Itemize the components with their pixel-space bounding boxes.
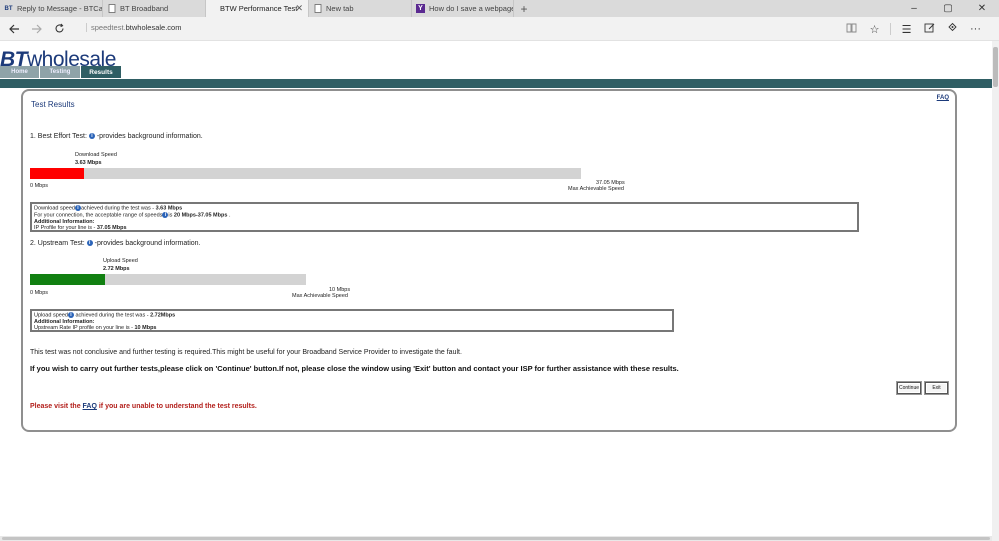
tab-strip: BT Reply to Message - BTCare C BT Broadb… (0, 0, 999, 17)
info-icon[interactable]: i (86, 240, 93, 247)
tab-label: New tab (326, 4, 354, 13)
horizontal-scrollbar[interactable] (0, 536, 992, 541)
bt-favicon-icon: BT (4, 5, 13, 12)
hub-icon[interactable]: ☰ (895, 23, 918, 36)
upload-bar-track (30, 274, 306, 285)
exit-button[interactable]: Exit (924, 381, 949, 395)
download-speed-value: 3.63 Mbps (75, 160, 102, 166)
info-line: Download speed i achieved during the test … (34, 205, 183, 212)
tab-label: How do I save a webpage as (429, 4, 514, 13)
close-window-icon[interactable]: ✕ (965, 0, 999, 17)
more-icon[interactable]: ··· (964, 23, 987, 35)
upload-speed-value: 2.72 Mbps (103, 266, 130, 272)
info-line: Upload speed i achieved during the test w… (34, 312, 176, 319)
toolbar-divider (890, 23, 891, 35)
header-band (0, 79, 992, 88)
info-line: For your connection, the acceptable rang… (34, 211, 231, 219)
window-controls: – ▢ ✕ (897, 0, 999, 17)
nav-testing[interactable]: Testing (40, 66, 81, 78)
url-field[interactable]: speedtest.btwholesale.com (86, 23, 181, 32)
maximize-icon[interactable]: ▢ (931, 0, 965, 17)
faq-notice: Please visit the FAQ if you are unable t… (30, 403, 257, 410)
upload-zero-label: 0 Mbps (30, 290, 49, 296)
share-icon[interactable] (941, 22, 964, 36)
vertical-scrollbar[interactable] (992, 41, 999, 541)
tab-bt-broadband[interactable]: BT Broadband (103, 0, 206, 17)
tab-label: Reply to Message - BTCare C (17, 4, 103, 13)
info-line: Upstream Rate IP profile on your line is… (34, 325, 157, 332)
continue-button[interactable]: Continue (896, 381, 922, 395)
scroll-thumb[interactable] (993, 47, 998, 87)
page-icon (107, 4, 116, 13)
info-icon[interactable]: i (88, 133, 95, 140)
site-nav: Home Testing Results (0, 66, 122, 78)
browser-toolbar: ☆ ☰ ··· (840, 17, 987, 41)
yahoo-favicon-icon: Y (416, 4, 425, 13)
upload-info-box: Upload speed i achieved during the test w… (30, 309, 674, 332)
upload-speed-label: Upload Speed (103, 258, 138, 264)
address-bar: speedtest.btwholesale.com ☆ ☰ ··· (0, 17, 999, 41)
page-title: Test Results (31, 100, 75, 109)
new-tab-icon[interactable]: + (514, 0, 534, 17)
web-note-icon[interactable] (918, 22, 941, 36)
favorite-star-icon[interactable]: ☆ (863, 23, 886, 36)
scroll-thumb[interactable] (2, 537, 990, 540)
download-zero-label: 0 Mbps (30, 183, 49, 189)
faq-inline-link[interactable]: FAQ (83, 403, 97, 410)
tab-how-do-i-save[interactable]: Y How do I save a webpage as (412, 0, 514, 17)
minimize-icon[interactable]: – (897, 0, 931, 17)
web-page: BTwholesale Home Testing Results Test Re… (0, 41, 999, 541)
upstream-heading: 2. Upstream Test: i -provides background… (30, 240, 201, 247)
tab-label: BTW Performance Test (220, 4, 298, 13)
tab-reply-to-message[interactable]: BT Reply to Message - BTCare C (0, 0, 103, 17)
page-icon (313, 4, 322, 13)
download-bar-fill (30, 168, 84, 179)
results-panel: Test Results FAQ 1. Best Effort Test: i … (21, 89, 957, 432)
tab-btw-performance-test[interactable]: BTW Performance Test ✕ (206, 0, 309, 17)
tab-new-tab[interactable]: New tab (309, 0, 412, 17)
nav-results[interactable]: Results (81, 66, 122, 78)
download-max-label: Max Achievable Speed (568, 186, 624, 192)
nav-home[interactable]: Home (0, 66, 40, 78)
inconclusive-message: This test was not conclusive and further… (30, 349, 462, 356)
reading-view-icon[interactable] (840, 23, 863, 36)
info-line: IP Profile for your line is - 37.05 Mbps (34, 225, 127, 232)
download-bar-track (30, 168, 581, 179)
close-tab-icon[interactable]: ✕ (295, 3, 303, 14)
upload-bar-fill (30, 274, 106, 285)
best-effort-heading: 1. Best Effort Test: i -provides backgro… (30, 133, 203, 140)
forward-icon[interactable] (25, 17, 48, 41)
download-speed-label: Download Speed (75, 152, 117, 158)
upload-max-label: Max Achievable Speed (292, 293, 348, 299)
further-tests-message: If you wish to carry out further tests,p… (30, 364, 679, 373)
faq-link[interactable]: FAQ (937, 95, 949, 101)
tab-label: BT Broadband (120, 4, 169, 13)
refresh-icon[interactable] (48, 17, 71, 41)
download-info-box: Download speed i achieved during the test … (30, 202, 859, 232)
back-icon[interactable] (2, 17, 25, 41)
